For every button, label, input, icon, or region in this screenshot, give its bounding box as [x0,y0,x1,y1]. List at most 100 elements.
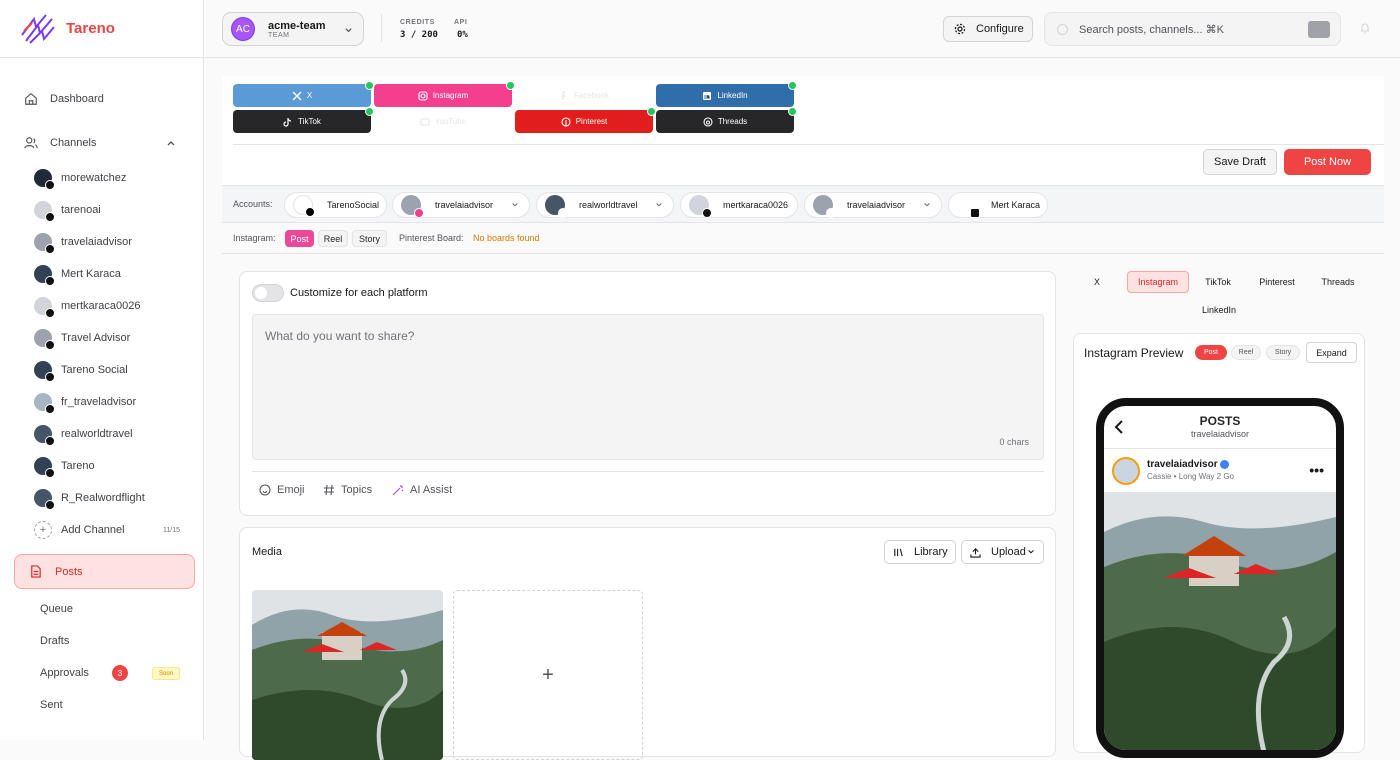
channel-item[interactable]: travelaiadvisor [34,232,132,254]
nav-sent[interactable]: Sent [40,699,63,711]
avatar [34,361,55,382]
media-thumbnail[interactable] [252,590,443,760]
preview-type-reel[interactable]: Reel [1231,345,1261,360]
account-chip[interactable]: travelaiadvisor [392,192,530,218]
api-label: API [454,19,468,26]
channel-item[interactable]: Tareno Social [34,360,128,382]
platform-facebook[interactable]: Facebook [515,84,653,107]
preview-tab-instagram[interactable]: Instagram [1127,271,1189,293]
type-reel[interactable]: Reel [318,230,348,247]
avatar [34,169,55,190]
preview-tab-linkedin[interactable]: LinkedIn [1195,299,1243,321]
preview-tab-pinterest[interactable]: Pinterest [1253,271,1301,293]
nav-approvals[interactable]: Approvals [40,667,89,679]
instagram-options-label: Instagram: [233,233,276,243]
post-now-button[interactable]: Post Now [1284,149,1371,175]
temple-photo-image [252,590,443,760]
account-name: mertkaraca0026 [723,200,789,210]
platform-instagram[interactable]: Instagram [374,81,515,107]
avatar [689,195,712,218]
channel-item[interactable]: morewatchez [34,168,126,190]
pinterest-board-value[interactable]: No boards found [473,233,540,243]
channel-item[interactable]: fr_traveladvisor [34,392,137,414]
avatar [34,425,55,446]
platform-x[interactable]: X [233,81,374,107]
avatar [34,489,55,510]
expand-button[interactable]: Expand [1306,342,1357,363]
temple-photo-image [1104,492,1336,750]
account-chip[interactable]: travelaiadvisor [804,192,942,218]
threads-icon [45,212,55,222]
type-story[interactable]: Story [352,230,387,247]
platform-label: Instagram [432,91,469,100]
account-chip[interactable]: realworldtravel [536,192,674,218]
preview-title: Instagram Preview [1084,346,1184,360]
preview-tab-threads[interactable]: Threads [1314,271,1362,293]
search-input[interactable]: Search posts, channels... ⌘K [1044,12,1341,46]
chevron-up-icon[interactable] [166,138,176,148]
channel-item[interactable]: Mert Karaca [34,264,121,286]
ai-assist-button[interactable]: AI Assist [392,484,452,496]
preview-tab-x[interactable]: X [1086,271,1108,293]
customize-toggle[interactable] [252,284,284,302]
nav-dashboard[interactable]: Dashboard [14,83,194,115]
library-button[interactable]: Library [884,540,956,564]
add-channel-label: Add Channel [61,524,125,536]
avatar [813,195,836,218]
preview-type-story[interactable]: Story [1266,345,1300,360]
avatar [293,195,315,217]
team-switcher[interactable]: AC acme-team TEAM [222,12,364,46]
post-options-row: Instagram: Post Reel Story Pinterest Boa… [222,224,1384,254]
more-icon[interactable]: ••• [1309,462,1324,478]
account-chip[interactable]: mertkaraca0026 [680,192,798,218]
team-avatar: AC [231,17,255,41]
save-draft-button[interactable]: Save Draft [1203,149,1277,175]
hash-icon [324,484,334,496]
home-icon [25,93,37,105]
platform-tiktok[interactable]: TikTok [233,107,374,133]
nav-dashboard-label: Dashboard [50,93,104,105]
channel-item[interactable]: Tareno [34,456,95,478]
channel-item[interactable]: tarenoai [34,200,101,222]
nav-drafts[interactable]: Drafts [40,635,69,647]
channel-item[interactable]: Travel Advisor [34,328,130,350]
post-username[interactable]: travelaiadvisor [1147,459,1230,470]
account-chip[interactable]: Mert Karaca [948,192,1048,218]
check-icon [788,81,797,90]
channel-item[interactable]: R_Realwordflight [34,488,145,510]
upload-button[interactable]: Upload [961,540,1044,564]
nav-channels[interactable]: Channels [14,127,194,159]
platform-pinterest[interactable]: Pinterest [515,107,656,133]
avatar [545,195,568,218]
platform-youtube[interactable]: YouTube [374,110,512,133]
add-media-dropzone[interactable]: + [453,590,643,760]
post-textarea[interactable]: What do you want to share? 0 chars [252,314,1044,460]
topics-button[interactable]: Topics [323,484,372,496]
avatar [34,265,55,286]
configure-label: Configure [976,23,1024,35]
configure-button[interactable]: Configure [943,16,1033,42]
channel-name: fr_traveladvisor [61,396,137,408]
channel-item[interactable]: realworldtravel [34,424,133,446]
platform-threads[interactable]: Threads [656,107,797,133]
nav-queue[interactable]: Queue [40,603,73,615]
add-channel-button[interactable]: + Add Channel 11/15 [34,520,184,540]
emoji-button[interactable]: Emoji [259,484,305,496]
magic-wand-icon [392,485,404,496]
preview-type-post[interactable]: Post [1195,345,1227,360]
nav-posts[interactable]: Posts [14,554,195,589]
account-chip[interactable]: TarenoSocial [284,192,387,218]
preview-tab-tiktok[interactable]: TikTok [1198,271,1238,293]
bell-icon[interactable] [1359,22,1371,34]
post-username-text: travelaiadvisor [1147,459,1218,470]
chevron-down-icon [656,203,662,207]
channel-item[interactable]: mertkaraca0026 [34,296,141,318]
platform-label: Threads [717,117,748,126]
platform-linkedin[interactable]: LinkedIn [656,81,797,107]
type-post[interactable]: Post [285,230,314,247]
chevron-down-icon [345,28,352,33]
brand-logo[interactable]: Tareno [0,0,203,58]
instagram-icon [414,208,424,218]
team-role: TEAM [268,31,290,39]
plus-icon: + [34,521,52,539]
